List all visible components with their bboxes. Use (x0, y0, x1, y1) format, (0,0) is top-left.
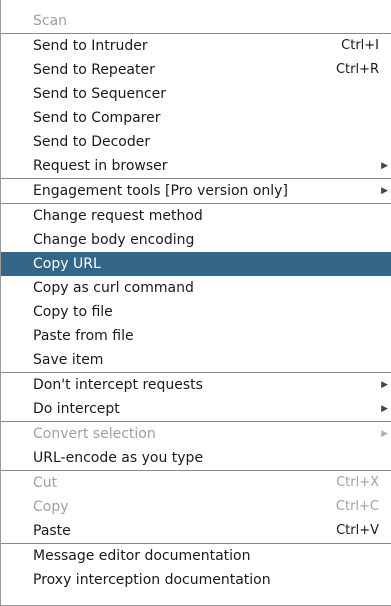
menu-item-dont-intercept[interactable]: Don't intercept requests ▶ (1, 373, 391, 397)
menu-item-label: Scan (33, 13, 68, 29)
menu-item-label: Don't intercept requests (33, 377, 203, 393)
menu-item-send-to-decoder[interactable]: Send to Decoder (1, 130, 391, 154)
menu-item-label: Send to Intruder (33, 38, 148, 54)
context-menu: Scan Send to Intruder Ctrl+I Send to Rep… (0, 0, 391, 606)
menu-item-label: Send to Repeater (33, 62, 155, 78)
menu-item-label: Proxy interception documentation (33, 572, 271, 588)
menu-item-url-encode[interactable]: URL-encode as you type (1, 446, 391, 470)
submenu-arrow-icon: ▶ (381, 161, 388, 171)
menu-item-label: Cut (33, 475, 58, 491)
menu-item-do-intercept[interactable]: Do intercept ▶ (1, 397, 391, 421)
submenu-arrow-icon: ▶ (381, 404, 388, 414)
menu-item-send-to-repeater[interactable]: Send to Repeater Ctrl+R (1, 58, 391, 82)
menu-item-paste-from-file[interactable]: Paste from file (1, 324, 391, 348)
menu-item-label: URL-encode as you type (33, 450, 204, 466)
menu-item-change-request-method[interactable]: Change request method (1, 204, 391, 228)
shortcut-label: Ctrl+I (341, 38, 379, 53)
menu-item-label: Change request method (33, 208, 203, 224)
submenu-arrow-icon: ▶ (381, 429, 388, 439)
menu-item-label: Send to Sequencer (33, 86, 167, 102)
menu-item-copy-to-file[interactable]: Copy to file (1, 300, 391, 324)
menu-item-label: Engagement tools [Pro version only] (33, 183, 288, 199)
menu-item-label: Copy as curl command (33, 280, 194, 296)
menu-item-label: Request in browser (33, 158, 168, 174)
menu-item-save-item[interactable]: Save item (1, 348, 391, 372)
menu-item-label: Paste from file (33, 328, 134, 344)
menu-item-send-to-intruder[interactable]: Send to Intruder Ctrl+I (1, 34, 391, 58)
menu-item-change-body-encoding[interactable]: Change body encoding (1, 228, 391, 252)
menu-item-engagement-tools[interactable]: Engagement tools [Pro version only] ▶ (1, 179, 391, 203)
menu-item-convert-selection: Convert selection ▶ (1, 422, 391, 446)
menu-item-copy: Copy Ctrl+C (1, 495, 391, 519)
menu-item-proxy-docs[interactable]: Proxy interception documentation (1, 568, 391, 592)
menu-item-scan: Scan (1, 9, 391, 33)
shortcut-label: Ctrl+C (335, 499, 379, 514)
menu-item-request-in-browser[interactable]: Request in browser ▶ (1, 154, 391, 178)
shortcut-label: Ctrl+X (336, 475, 379, 490)
menu-item-label: Save item (33, 352, 104, 368)
submenu-arrow-icon: ▶ (381, 380, 388, 390)
menu-item-label: Copy URL (33, 256, 101, 272)
menu-item-label: Copy to file (33, 304, 113, 320)
menu-item-label: Do intercept (33, 401, 120, 417)
menu-item-cut: Cut Ctrl+X (1, 471, 391, 495)
menu-item-copy-as-curl[interactable]: Copy as curl command (1, 276, 391, 300)
menu-item-copy-url[interactable]: Copy URL (1, 252, 391, 276)
menu-item-paste[interactable]: Paste Ctrl+V (1, 519, 391, 543)
menu-item-label: Send to Comparer (33, 110, 161, 126)
shortcut-label: Ctrl+R (335, 62, 379, 77)
shortcut-label: Ctrl+V (336, 523, 379, 538)
menu-item-label: Change body encoding (33, 232, 195, 248)
menu-item-send-to-sequencer[interactable]: Send to Sequencer (1, 82, 391, 106)
menu-item-label: Message editor documentation (33, 548, 251, 564)
menu-item-editor-docs[interactable]: Message editor documentation (1, 544, 391, 568)
menu-item-send-to-comparer[interactable]: Send to Comparer (1, 106, 391, 130)
menu-item-label: Send to Decoder (33, 134, 151, 150)
menu-item-label: Copy (33, 499, 69, 515)
menu-item-label: Convert selection (33, 426, 156, 442)
menu-item-label: Paste (33, 523, 71, 539)
submenu-arrow-icon: ▶ (381, 186, 388, 196)
